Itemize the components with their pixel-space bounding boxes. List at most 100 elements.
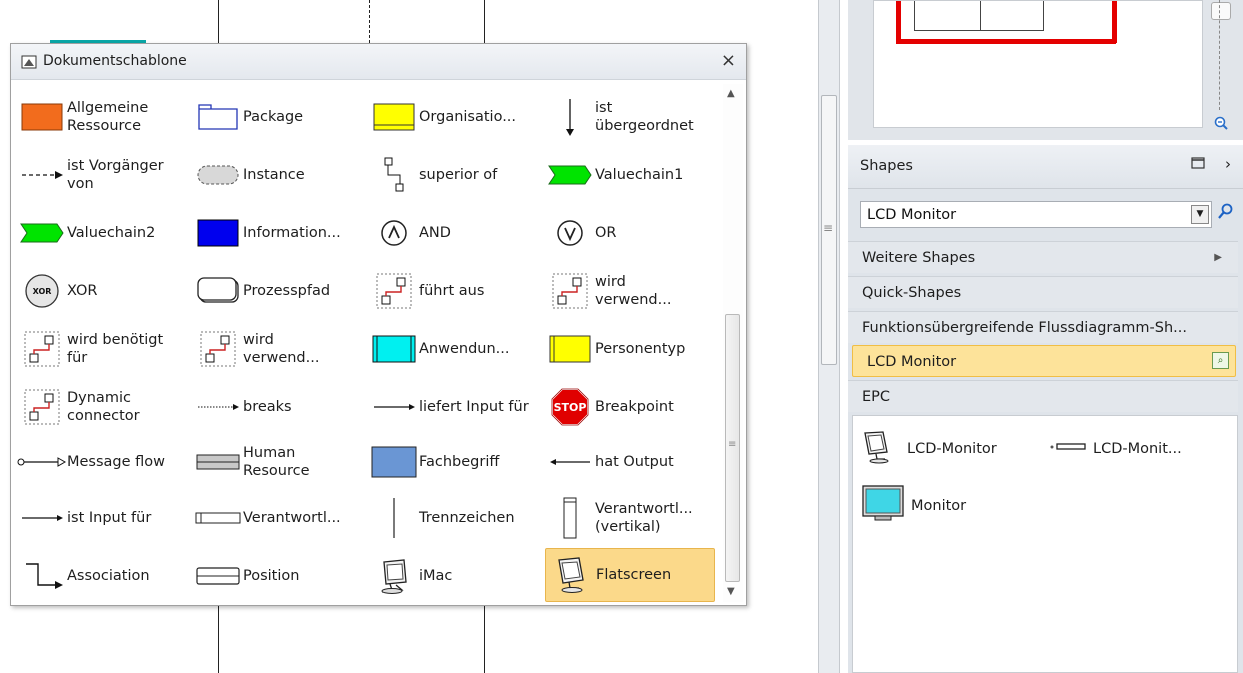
dynamic-connector-icon xyxy=(17,387,67,427)
rounded-dashed-icon xyxy=(193,155,243,195)
orange-rectangle-icon xyxy=(17,97,67,137)
stencil-item[interactable]: Allgemeine Ressource xyxy=(17,91,187,143)
stencil-item[interactable]: liefert Input für xyxy=(369,381,539,433)
section-lcd-monitor[interactable]: LCD Monitor ⌕ xyxy=(852,345,1236,377)
stencil-item[interactable]: Position xyxy=(193,550,363,602)
viewport-border xyxy=(896,1,901,43)
stencil-item[interactable]: wird verwend... xyxy=(545,265,715,317)
vertical-scrollbar[interactable]: ≡ xyxy=(818,0,840,673)
stencil-item[interactable]: Trennzeichen xyxy=(369,492,539,544)
stencil-item[interactable]: breaks xyxy=(193,381,363,433)
stencil-item[interactable]: Prozesspfad xyxy=(193,265,363,317)
blue-rectangle-icon xyxy=(193,213,243,253)
shape-search-box[interactable]: ▼ xyxy=(860,201,1212,228)
zoom-slider[interactable] xyxy=(1208,0,1234,135)
position-icon xyxy=(193,556,243,596)
stencil-item[interactable]: Association xyxy=(17,550,187,602)
stencil-titlebar[interactable]: Dokumentschablone × xyxy=(11,44,746,80)
stencil-item[interactable]: STOP Breakpoint xyxy=(545,381,715,433)
gray-bar-icon xyxy=(193,442,243,482)
cyan-rectangle-icon xyxy=(369,329,419,369)
zoom-slider-track[interactable] xyxy=(1219,0,1222,110)
stencil-item[interactable]: Valuechain2 xyxy=(17,207,187,259)
dynamic-connector-icon xyxy=(17,329,67,369)
imac-icon xyxy=(369,556,419,596)
dotted-arrow-icon xyxy=(193,387,243,427)
flatscreen-icon xyxy=(546,555,596,595)
viewport-border[interactable] xyxy=(896,39,1116,44)
stencil-item[interactable]: OR xyxy=(545,207,715,259)
stencil-item[interactable]: Instance xyxy=(193,149,363,201)
chevron-down-icon[interactable]: ▼ xyxy=(1191,205,1209,224)
viewport-border xyxy=(1112,1,1117,43)
stencil-item[interactable]: hat Output xyxy=(545,436,715,488)
association-icon xyxy=(17,556,67,596)
stencil-item[interactable]: Dynamic connector xyxy=(17,381,187,433)
monitor-icon xyxy=(861,484,905,528)
connector-icon xyxy=(369,155,419,195)
section-flowchart[interactable]: Funktionsübergreifende Flussdiagramm-Sh.… xyxy=(848,311,1238,343)
canvas-line xyxy=(218,0,219,43)
stencil-item[interactable]: ist Vorgänger von xyxy=(17,149,187,201)
green-chevron-icon xyxy=(545,155,595,195)
chevron-right-icon[interactable]: › xyxy=(1225,155,1231,173)
stencil-icon xyxy=(21,55,37,73)
vertical-line-icon xyxy=(369,498,419,538)
arrow-right-icon xyxy=(369,387,419,427)
scrollbar-grip-icon: ≡ xyxy=(823,221,834,235)
preview-shape xyxy=(914,1,1044,31)
scrollbar-grip-icon: ≡ xyxy=(728,439,737,450)
scrollbar-thumb[interactable]: ≡ xyxy=(821,95,837,365)
stencil-item[interactable]: Anwendun... xyxy=(369,323,539,375)
stencil-item[interactable]: Human Resource xyxy=(193,436,363,488)
and-icon xyxy=(369,213,419,253)
canvas-dashed-line xyxy=(369,0,370,43)
line-left-icon xyxy=(545,442,595,482)
stencil-item[interactable]: Verantwortl... xyxy=(193,492,363,544)
shapes-panel-title: Shapes xyxy=(860,158,913,174)
arrow-down-icon xyxy=(545,97,595,137)
stencil-item[interactable]: XOR XOR xyxy=(17,265,187,317)
svg-text:XOR: XOR xyxy=(33,287,52,296)
stencil-item[interactable]: AND xyxy=(369,207,539,259)
shape-list: LCD-Monitor LCD-Monit... Monitor xyxy=(852,415,1238,673)
stencil-item[interactable]: Information... xyxy=(193,207,363,259)
message-flow-icon xyxy=(17,442,67,482)
dynamic-connector-icon xyxy=(193,329,243,369)
folder-icon xyxy=(193,97,243,137)
preview-frame[interactable] xyxy=(873,0,1203,128)
green-chevron-icon xyxy=(17,213,67,253)
shape-item[interactable]: Monitor xyxy=(861,484,966,528)
stencil-item[interactable]: wird verwend... xyxy=(193,323,363,375)
maximize-icon[interactable] xyxy=(1191,157,1205,173)
stencil-scrollbar[interactable]: ▲ ≡ ▼ xyxy=(723,84,743,602)
stencil-item[interactable]: ist übergeordnet xyxy=(545,91,715,143)
canvas-line xyxy=(484,0,485,43)
section-weitere-shapes[interactable]: Weitere Shapes ▶ xyxy=(848,241,1238,273)
section-epc[interactable]: EPC xyxy=(848,380,1238,412)
section-quick-shapes[interactable]: Quick-Shapes xyxy=(848,276,1238,308)
search-icon[interactable] xyxy=(1218,203,1234,223)
stencil-item[interactable]: iMac xyxy=(369,550,539,602)
close-icon[interactable]: × xyxy=(721,50,736,71)
stencil-item[interactable]: Fachbegriff xyxy=(369,436,539,488)
shape-search-input[interactable] xyxy=(861,202,1181,227)
stencil-item[interactable]: Personentyp xyxy=(545,323,715,375)
scroll-up-icon[interactable]: ▲ xyxy=(727,88,735,99)
stencil-item[interactable]: Package xyxy=(193,91,363,143)
lcd-monitor-flat-icon xyxy=(1049,430,1089,468)
stencil-item[interactable]: Verantwortl... (vertikal) xyxy=(545,492,715,544)
stencil-item[interactable]: ist Input für xyxy=(17,492,187,544)
stencil-item[interactable]: wird benötigt für xyxy=(17,323,187,375)
vertical-swimlane-icon xyxy=(545,497,595,539)
stencil-item[interactable]: Message flow xyxy=(17,436,187,488)
stencil-item[interactable]: superior of xyxy=(369,149,539,201)
shape-item[interactable]: LCD-Monit... xyxy=(1049,430,1182,468)
zoom-out-icon[interactable] xyxy=(1214,116,1228,134)
scroll-down-icon[interactable]: ▼ xyxy=(727,586,735,597)
stencil-item[interactable]: Organisatio... xyxy=(369,91,539,143)
shape-item[interactable]: LCD-Monitor xyxy=(861,430,997,468)
stencil-item-selected[interactable]: Flatscreen xyxy=(545,548,715,602)
stencil-item[interactable]: Valuechain1 xyxy=(545,149,715,201)
stencil-item[interactable]: führt aus xyxy=(369,265,539,317)
